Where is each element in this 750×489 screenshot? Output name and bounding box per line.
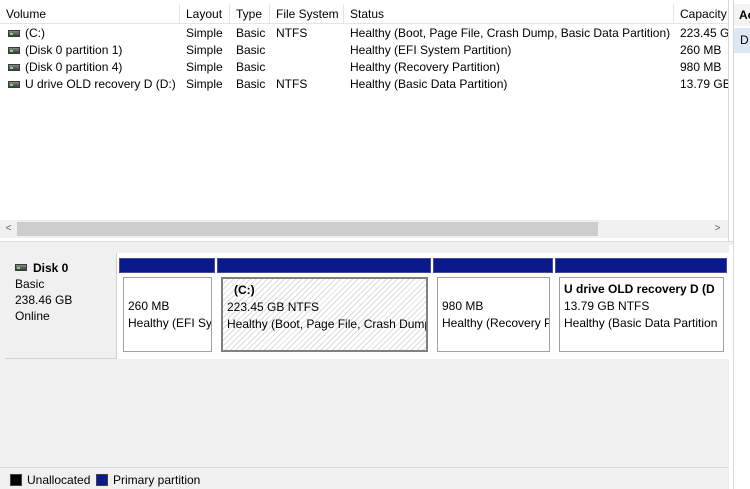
partition-status: Healthy (Basic Data Partition <box>564 316 718 330</box>
primary-swatch-icon <box>96 474 108 486</box>
disk-name: Disk 0 <box>15 259 116 276</box>
layout-cell: Simple <box>186 60 223 74</box>
scroll-left-icon[interactable]: < <box>0 220 17 238</box>
capacity-cell: 260 MB <box>680 43 722 57</box>
type-cell: Basic <box>236 60 266 74</box>
actions-pane: Ac D <box>733 0 750 489</box>
type-cell: Basic <box>236 43 266 57</box>
partition-bar <box>433 258 553 273</box>
unallocated-swatch-icon <box>10 474 22 486</box>
volume-name: U drive OLD recovery D (D:) <box>25 77 176 91</box>
disk-type: Basic <box>15 277 45 291</box>
type-cell: Basic <box>236 77 266 91</box>
partition-size: 260 MB <box>128 299 170 313</box>
column-header-row: Volume Layout Type File System Status Ca… <box>0 4 728 24</box>
partition-status: Healthy (Recovery P <box>442 316 550 330</box>
partition-efi[interactable]: 260 MB Healthy (EFI Sy <box>119 258 215 352</box>
partition-title <box>442 281 549 298</box>
volume-name-cell: (Disk 0 partition 4) <box>0 59 180 76</box>
legend-label: Unallocated <box>27 473 91 487</box>
partition-title <box>128 281 211 298</box>
actions-item[interactable]: D <box>734 28 750 53</box>
drive-icon <box>8 81 20 88</box>
partition-title: (C:) <box>234 283 255 297</box>
capacity-cell: 13.79 GB <box>680 77 729 91</box>
partition-body: U drive OLD recovery D (D 13.79 GB NTFS … <box>559 277 724 352</box>
column-header-file-system[interactable]: File System <box>270 4 344 24</box>
status-cell: Healthy (Boot, Page File, Crash Dump, Ba… <box>350 26 671 40</box>
partition-bar <box>119 258 215 273</box>
actions-header: Ac <box>734 4 750 26</box>
partition-body: (C:) 223.45 GB NTFS Healthy (Boot, Page … <box>221 277 428 352</box>
capacity-cell: 980 MB <box>680 60 722 74</box>
partition-bar <box>555 258 727 273</box>
disk-info[interactable]: Disk 0 Basic 238.46 GB Online <box>5 253 117 359</box>
status-cell: Healthy (Recovery Partition) <box>350 60 501 74</box>
column-header-capacity[interactable]: Capacity <box>674 4 728 24</box>
volume-list[interactable]: Volume Layout Type File System Status Ca… <box>0 0 729 241</box>
file-system-cell <box>276 42 344 59</box>
disk-state: Online <box>15 309 50 323</box>
disk-name-text: Disk 0 <box>33 260 69 275</box>
partition-bar <box>217 258 431 273</box>
column-header-volume[interactable]: Volume <box>0 4 180 24</box>
capacity-cell: 223.45 G <box>680 26 729 40</box>
table-row[interactable]: (Disk 0 partition 1) Simple Basic Health… <box>0 42 728 59</box>
table-row[interactable]: (Disk 0 partition 4) Simple Basic Health… <box>0 59 728 76</box>
volume-name: (Disk 0 partition 1) <box>25 43 123 57</box>
partition-recovery[interactable]: 980 MB Healthy (Recovery P <box>433 258 553 352</box>
disk-icon <box>15 264 27 271</box>
partition-d[interactable]: U drive OLD recovery D (D 13.79 GB NTFS … <box>555 258 727 352</box>
volume-name: (Disk 0 partition 4) <box>25 60 123 74</box>
legend-bar: Unallocated Primary partition <box>0 467 729 489</box>
volume-name-cell: (C:) <box>0 25 180 42</box>
partition-status: Healthy (EFI Sy <box>128 316 212 330</box>
column-header-status[interactable]: Status <box>344 4 674 24</box>
legend-unallocated: Unallocated <box>10 473 90 487</box>
partition-body: 980 MB Healthy (Recovery P <box>437 277 550 352</box>
partition-map: 260 MB Healthy (EFI Sy (C:) 223.45 GB NT… <box>117 253 729 359</box>
column-header-layout[interactable]: Layout <box>180 4 230 24</box>
partition-body: 260 MB Healthy (EFI Sy <box>123 277 212 352</box>
drive-icon <box>8 64 20 71</box>
layout-cell: Simple <box>186 43 223 57</box>
scrollbar-thumb[interactable] <box>17 222 598 236</box>
drive-icon <box>8 47 20 54</box>
table-row[interactable]: U drive OLD recovery D (D:) Simple Basic… <box>0 76 729 93</box>
partition-size: 980 MB <box>442 299 484 313</box>
column-header-type[interactable]: Type <box>230 4 270 24</box>
volume-name: (C:) <box>25 26 45 40</box>
layout-cell: Simple <box>186 26 223 40</box>
partition-size: 223.45 GB NTFS <box>227 300 320 314</box>
file-system-cell <box>276 59 344 76</box>
horizontal-scrollbar[interactable]: < > <box>0 220 728 238</box>
file-system-cell: NTFS <box>276 26 308 40</box>
disk-size: 238.46 GB <box>15 293 73 307</box>
legend-label: Primary partition <box>113 473 201 487</box>
partition-title: U drive OLD recovery D (D <box>564 282 715 296</box>
partition-status: Healthy (Boot, Page File, Crash Dump <box>227 317 428 331</box>
type-cell: Basic <box>236 26 266 40</box>
layout-cell: Simple <box>186 77 223 91</box>
disk-row[interactable]: Disk 0 Basic 238.46 GB Online 260 MB Hea… <box>5 253 729 359</box>
drive-icon <box>8 30 20 37</box>
volume-name-cell: U drive OLD recovery D (D:) <box>0 76 180 93</box>
disk-graphical-pane: Disk 0 Basic 238.46 GB Online 260 MB Hea… <box>0 245 729 489</box>
status-cell: Healthy (Basic Data Partition) <box>350 77 508 91</box>
file-system-cell: NTFS <box>276 77 308 91</box>
table-row[interactable]: (C:) Simple Basic NTFS Healthy (Boot, Pa… <box>0 25 729 42</box>
scroll-right-icon[interactable]: > <box>709 220 726 238</box>
status-cell: Healthy (EFI System Partition) <box>350 43 512 57</box>
volume-name-cell: (Disk 0 partition 1) <box>0 42 180 59</box>
partition-size: 13.79 GB NTFS <box>564 299 650 313</box>
legend-primary: Primary partition <box>96 473 200 487</box>
partition-c[interactable]: (C:) 223.45 GB NTFS Healthy (Boot, Page … <box>217 258 431 352</box>
